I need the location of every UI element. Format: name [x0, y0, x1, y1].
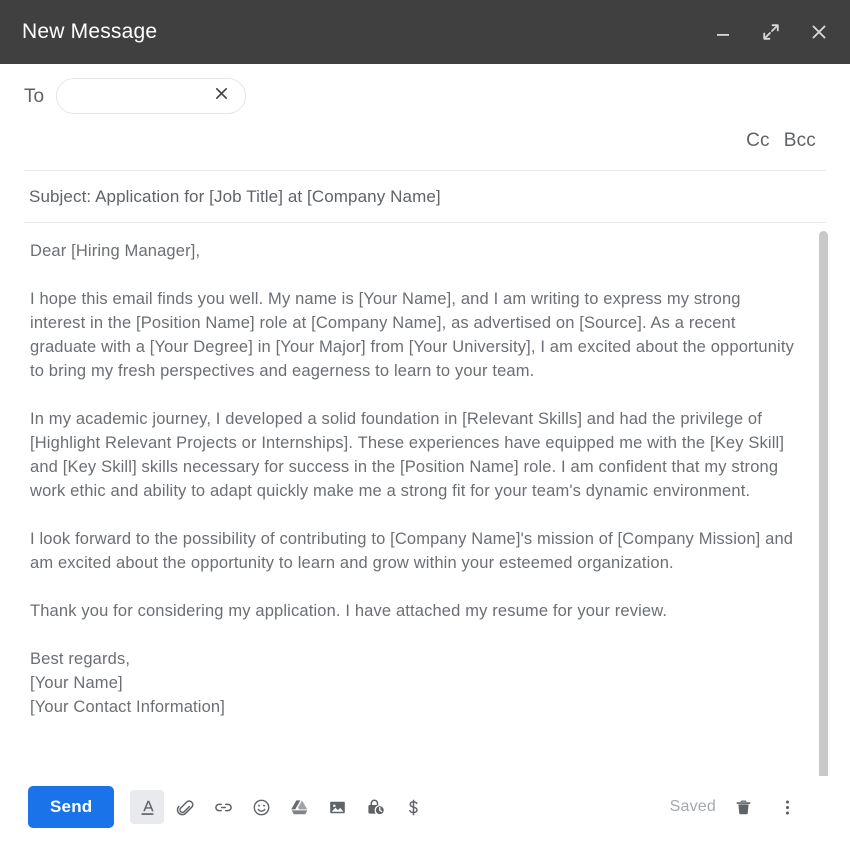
trash-icon — [733, 797, 754, 818]
cc-link[interactable]: Cc — [746, 130, 770, 152]
body-signature-name: [Your Name] — [30, 671, 800, 695]
recipient-chip[interactable] — [56, 78, 246, 114]
lock-clock-icon — [365, 797, 386, 818]
body-paragraph-4: Thank you for considering my application… — [30, 599, 800, 623]
formatting-options-button[interactable] — [130, 790, 164, 824]
minimize-icon — [714, 23, 732, 41]
emoji-icon — [251, 797, 272, 818]
message-body-area[interactable]: Dear [Hiring Manager], I hope this email… — [0, 223, 850, 776]
insert-emoji-button[interactable] — [244, 790, 278, 824]
insert-signature-button[interactable] — [396, 790, 430, 824]
to-label: To — [24, 87, 44, 106]
close-button[interactable] — [804, 17, 834, 47]
body-paragraph-1: I hope this email finds you well. My nam… — [30, 287, 800, 383]
subject-field-row[interactable]: Subject: Application for [Job Title] at … — [0, 171, 850, 222]
body-scrollbar[interactable] — [819, 231, 828, 766]
format-text-icon — [137, 797, 158, 818]
body-scrollbar-thumb[interactable] — [819, 231, 828, 776]
toolbar-icons — [130, 790, 430, 824]
saved-status: Saved — [670, 798, 716, 816]
bcc-link[interactable]: Bcc — [784, 130, 816, 152]
expand-icon — [761, 22, 781, 42]
body-paragraph-2: In my academic journey, I developed a so… — [30, 407, 800, 503]
body-signoff: Best regards, — [30, 647, 800, 671]
insert-photo-button[interactable] — [320, 790, 354, 824]
body-paragraph-3: I look forward to the possibility of con… — [30, 527, 800, 575]
compose-toolbar: Send — [0, 776, 850, 850]
cc-bcc-row: Cc Bcc — [0, 114, 850, 156]
body-greeting: Dear [Hiring Manager], — [30, 239, 800, 263]
subject-input[interactable]: Subject: Application for [Job Title] at … — [29, 187, 441, 206]
to-field-row[interactable]: To — [0, 64, 850, 114]
dollar-icon — [403, 797, 424, 818]
image-icon — [327, 797, 348, 818]
link-icon — [213, 797, 234, 818]
expand-button[interactable] — [756, 17, 786, 47]
insert-link-button[interactable] — [206, 790, 240, 824]
window-controls — [708, 17, 834, 47]
message-body-content[interactable]: Dear [Hiring Manager], I hope this email… — [30, 239, 800, 719]
insert-drive-file-button[interactable] — [282, 790, 316, 824]
more-options-button[interactable] — [770, 790, 804, 824]
attach-files-button[interactable] — [168, 790, 202, 824]
google-drive-icon — [289, 797, 310, 818]
close-icon — [809, 22, 829, 42]
remove-recipient-button[interactable] — [211, 86, 231, 106]
window-title: New Message — [22, 20, 157, 44]
paperclip-icon — [175, 797, 196, 818]
minimize-button[interactable] — [708, 17, 738, 47]
confidential-mode-button[interactable] — [358, 790, 392, 824]
send-button[interactable]: Send — [28, 786, 114, 828]
compose-titlebar: New Message — [0, 0, 850, 64]
body-signature-contact: [Your Contact Information] — [30, 695, 800, 719]
discard-draft-button[interactable] — [726, 790, 760, 824]
more-vertical-icon — [777, 797, 798, 818]
compose-window: New Message — [0, 0, 850, 850]
toolbar-right-group: Saved — [670, 790, 828, 824]
close-icon — [213, 85, 230, 107]
